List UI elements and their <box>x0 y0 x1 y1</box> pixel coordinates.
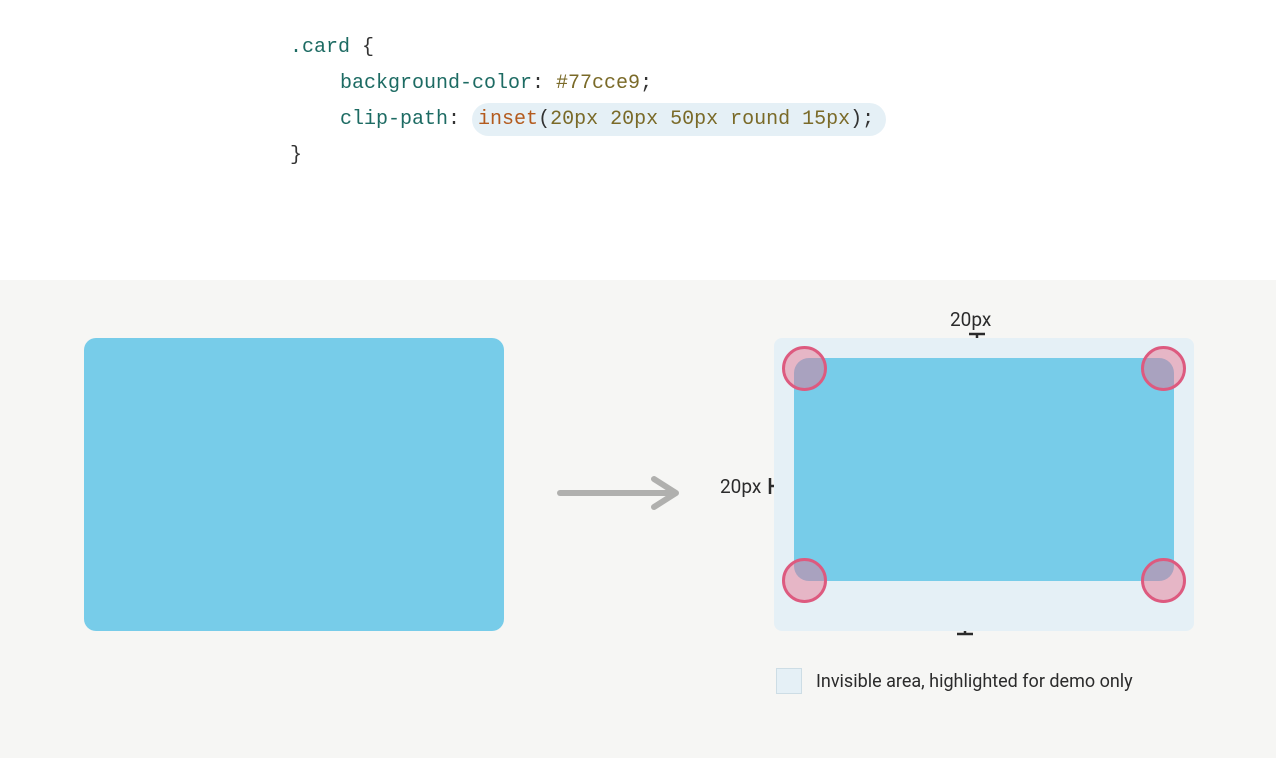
arrow-icon <box>556 475 686 511</box>
code-line-bg: background-color: #77cce9; <box>290 66 1276 102</box>
code-line-selector: .card { <box>290 30 1276 66</box>
val-bg: #77cce9 <box>556 72 640 95</box>
legend-swatch <box>776 668 802 694</box>
corner-highlight-top-left <box>782 346 827 391</box>
css-code-block: .card { background-color: #77cce9; clip-… <box>290 30 1276 174</box>
prop-bg: background-color <box>340 72 532 95</box>
legend-text: Invisible area, highlighted for demo onl… <box>816 671 1133 692</box>
card-after-visible-area <box>794 358 1174 581</box>
demo-area: 20px 20px 50px Invisible area, highlight… <box>0 280 1276 758</box>
prop-clip: clip-path <box>340 108 448 131</box>
corner-highlight-bottom-left <box>782 558 827 603</box>
card-before <box>84 338 504 631</box>
highlighted-value: inset(20px 20px 50px round 15px); <box>472 103 886 136</box>
dimension-top-label: 20px <box>950 308 991 331</box>
fn-inset: inset <box>478 108 538 131</box>
code-line-clip: clip-path: inset(20px 20px 50px round 15… <box>290 102 1276 138</box>
corner-highlight-top-right <box>1141 346 1186 391</box>
code-area: .card { background-color: #77cce9; clip-… <box>0 0 1276 280</box>
open-brace-text: { <box>350 36 374 59</box>
fn-args: 20px 20px 50px round 15px <box>550 108 850 131</box>
corner-highlight-bottom-right <box>1141 558 1186 603</box>
selector-text: .card <box>290 36 350 59</box>
card-after-group <box>774 338 1194 631</box>
close-brace-text: } <box>290 144 302 167</box>
dimension-left-label: 20px <box>720 475 761 498</box>
legend: Invisible area, highlighted for demo onl… <box>776 668 1133 694</box>
code-line-close: } <box>290 138 1276 174</box>
